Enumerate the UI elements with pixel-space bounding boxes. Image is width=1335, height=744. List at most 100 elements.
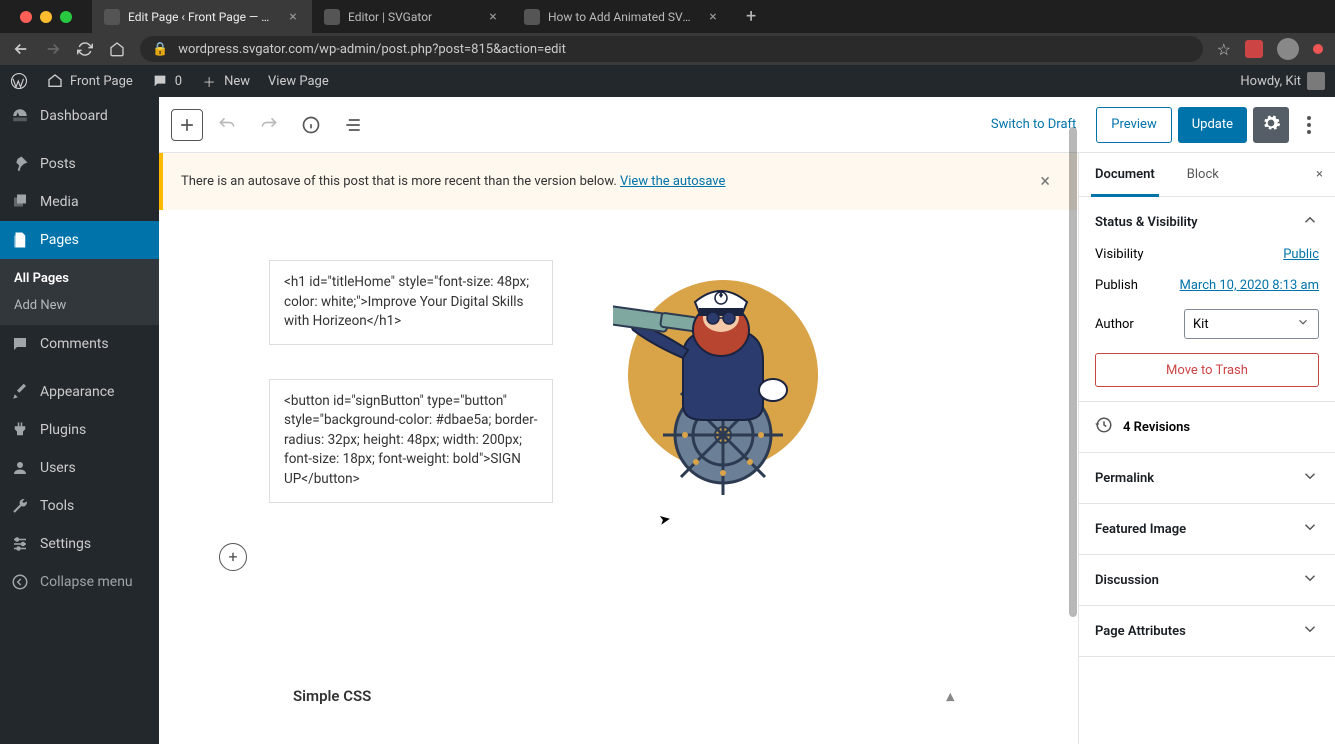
panel-title: Featured Image xyxy=(1095,522,1186,537)
view-autosave-link[interactable]: View the autosave xyxy=(620,174,725,189)
notification-dot-icon[interactable] xyxy=(1313,44,1323,54)
browser-tab[interactable]: How to Add Animated SVG to W × xyxy=(512,0,732,33)
captain-illustration[interactable] xyxy=(613,260,823,500)
preview-button[interactable]: Preview xyxy=(1096,107,1171,143)
redo-button[interactable] xyxy=(251,107,287,143)
tab-close-icon[interactable]: × xyxy=(286,10,300,24)
close-inspector-button[interactable]: × xyxy=(1304,153,1335,196)
menu-label: Plugins xyxy=(40,422,86,438)
submenu-add-new[interactable]: Add New xyxy=(0,292,159,319)
menu-plugins[interactable]: Plugins xyxy=(0,411,159,449)
html-block-2[interactable]: <button id="signButton" type="button" st… xyxy=(269,379,553,503)
visibility-link[interactable]: Public xyxy=(1283,247,1319,262)
html-block-1[interactable]: <h1 id="titleHome" style="font-size: 48p… xyxy=(269,260,553,345)
close-window-button[interactable] xyxy=(20,11,32,23)
pin-icon xyxy=(10,154,30,174)
minimize-window-button[interactable] xyxy=(40,11,52,23)
simple-css-panel[interactable]: Simple CSS ▴ xyxy=(269,671,978,721)
more-options-button[interactable] xyxy=(1295,116,1323,134)
menu-label: Settings xyxy=(40,536,91,552)
move-to-trash-button[interactable]: Move to Trash xyxy=(1095,353,1319,387)
panel-permalink[interactable]: Permalink xyxy=(1079,453,1335,503)
panel-title: Permalink xyxy=(1095,471,1154,486)
extension-icon[interactable] xyxy=(1245,40,1263,58)
publish-date-link[interactable]: March 10, 2020 8:13 am xyxy=(1179,278,1319,293)
menu-media[interactable]: Media xyxy=(0,183,159,221)
outline-button[interactable] xyxy=(335,107,371,143)
back-button[interactable] xyxy=(12,40,30,58)
menu-label: Posts xyxy=(40,156,76,172)
home-button[interactable] xyxy=(108,40,126,58)
comment-icon xyxy=(10,334,30,354)
view-page-label: View Page xyxy=(268,74,329,89)
howdy-label: Howdy, Kit xyxy=(1240,74,1301,89)
lock-icon: 🔒 xyxy=(152,42,168,57)
link-label: March 10, 2020 8:13 am xyxy=(1179,278,1319,293)
tab-title: Edit Page ‹ Front Page — WordP xyxy=(128,10,278,24)
menu-settings[interactable]: Settings xyxy=(0,525,159,563)
scrollbar[interactable] xyxy=(1069,153,1077,617)
author-select[interactable]: Kit xyxy=(1184,309,1319,339)
home-icon xyxy=(46,72,64,90)
settings-button[interactable] xyxy=(1253,107,1289,143)
submenu-label: All Pages xyxy=(14,271,69,286)
editor-canvas[interactable]: There is an autosave of this post that i… xyxy=(159,153,1078,744)
menu-tools[interactable]: Tools xyxy=(0,487,159,525)
collapse-icon[interactable]: ▴ xyxy=(946,687,954,705)
panel-discussion[interactable]: Discussion xyxy=(1079,555,1335,605)
panel-header[interactable]: Status & Visibility xyxy=(1079,197,1335,247)
comments-link[interactable]: 0 xyxy=(151,72,182,90)
tab-close-icon[interactable]: × xyxy=(706,10,720,24)
view-page-link[interactable]: View Page xyxy=(268,74,329,89)
button-label: Preview xyxy=(1111,117,1156,132)
site-name-link[interactable]: Front Page xyxy=(46,72,133,90)
menu-label: Collapse menu xyxy=(40,574,133,590)
menu-collapse[interactable]: Collapse menu xyxy=(0,563,159,601)
dismiss-notice-button[interactable]: × xyxy=(1030,167,1060,196)
profile-avatar[interactable] xyxy=(1277,38,1299,60)
panel-title: Page Attributes xyxy=(1095,624,1186,639)
howdy-user[interactable]: Howdy, Kit xyxy=(1240,72,1325,90)
plus-icon: ＋ xyxy=(200,72,218,90)
menu-pages[interactable]: Pages xyxy=(0,221,159,259)
wrench-icon xyxy=(10,496,30,516)
menu-comments[interactable]: Comments xyxy=(0,325,159,363)
tab-title: How to Add Animated SVG to W xyxy=(548,10,698,24)
update-button[interactable]: Update xyxy=(1178,107,1247,143)
reload-button[interactable] xyxy=(76,40,94,58)
add-block-button[interactable] xyxy=(171,109,203,141)
star-icon[interactable]: ☆ xyxy=(1217,40,1231,59)
browser-tab-active[interactable]: Edit Page ‹ Front Page — WordP × xyxy=(92,0,312,33)
wp-logo-menu[interactable] xyxy=(10,72,28,90)
undo-button[interactable] xyxy=(209,107,245,143)
user-avatar-icon xyxy=(1307,72,1325,90)
menu-dashboard[interactable]: Dashboard xyxy=(0,97,159,135)
new-tab-button[interactable]: + xyxy=(732,0,770,33)
users-icon xyxy=(10,458,30,478)
history-icon xyxy=(1095,416,1113,438)
tab-close-icon[interactable]: × xyxy=(486,10,500,24)
tab-block[interactable]: Block xyxy=(1171,153,1235,196)
new-link[interactable]: ＋New xyxy=(200,72,250,90)
menu-posts[interactable]: Posts xyxy=(0,145,159,183)
add-block-inline-button[interactable]: + xyxy=(219,543,247,571)
browser-tab[interactable]: Editor | SVGator × xyxy=(312,0,512,33)
menu-users[interactable]: Users xyxy=(0,449,159,487)
address-bar[interactable]: 🔒 wordpress.svgator.com/wp-admin/post.ph… xyxy=(140,36,1203,62)
revisions-row[interactable]: 4 Revisions xyxy=(1079,402,1335,453)
chevron-down-icon xyxy=(1301,518,1319,540)
forward-button[interactable] xyxy=(44,40,62,58)
button-label: Switch to Draft xyxy=(991,117,1076,132)
tab-document[interactable]: Document xyxy=(1079,153,1171,196)
submenu-all-pages[interactable]: All Pages xyxy=(0,265,159,292)
maximize-window-button[interactable] xyxy=(60,11,72,23)
panel-featured-image[interactable]: Featured Image xyxy=(1079,504,1335,554)
menu-appearance[interactable]: Appearance xyxy=(0,373,159,411)
url-text: wordpress.svgator.com/wp-admin/post.php?… xyxy=(178,42,566,57)
comment-icon xyxy=(151,72,169,90)
info-button[interactable] xyxy=(293,107,329,143)
field-label: Publish xyxy=(1095,278,1138,293)
menu-label: Appearance xyxy=(40,384,114,400)
revisions-label: 4 Revisions xyxy=(1123,420,1190,435)
panel-page-attributes[interactable]: Page Attributes xyxy=(1079,606,1335,656)
